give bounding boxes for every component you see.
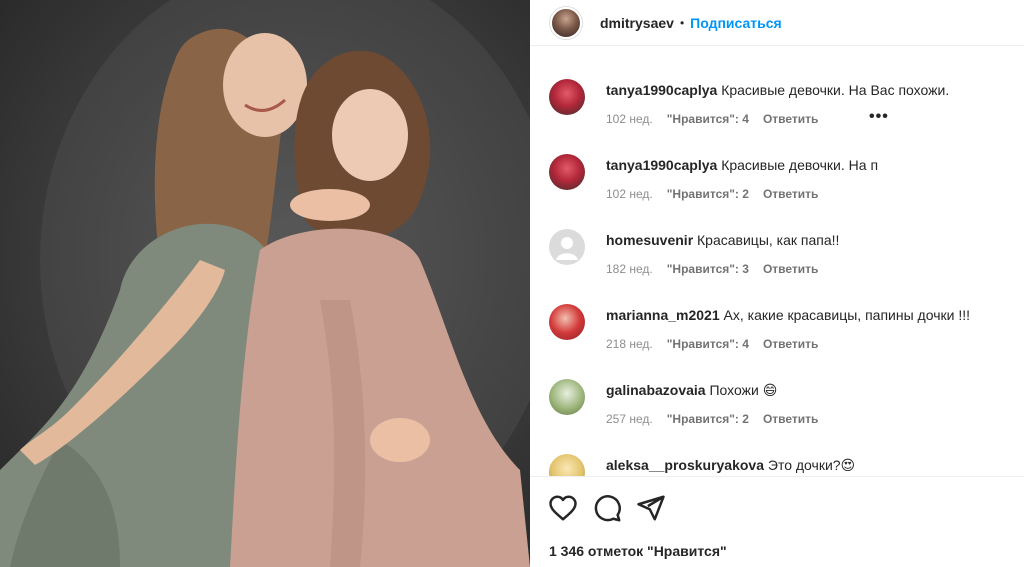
post-photo[interactable] [0,0,530,567]
photo-illustration [0,0,530,567]
comment-body: Похожи 😄 [709,382,778,398]
comment-body: Это дочки?😍 [767,457,856,473]
comment-icon[interactable] [592,493,622,523]
comment-text-line: tanya1990caplya Красивые девочки. На п [606,157,878,173]
comment-item: tanya1990caplya Красивые девочки. На п 1… [549,121,1014,201]
commenter-avatar[interactable] [549,229,585,265]
comment-text-line: marianna_m2021 Ах, какие красавицы, папи… [606,307,970,323]
comment-body: Красивые девочки. На п [721,157,879,173]
commenter-avatar[interactable] [549,79,585,115]
post-sidebar: dmitrysaev • Подписаться tanya1990caplya… [530,0,1024,567]
comment-item: homesuvenir Красавицы, как папа!! 182 не… [549,196,1014,276]
comment-body: Красавицы, как папа!! [697,232,840,248]
heart-icon[interactable] [548,493,578,523]
comment-item: marianna_m2021 Ах, какие красавицы, папи… [549,271,1014,351]
owner-avatar[interactable] [550,6,582,39]
likes-count[interactable]: 1 346 отметок "Нравится" [549,543,727,559]
post-actions: 1 346 отметок "Нравится" [530,476,1024,567]
commenter-username[interactable]: galinabazovaia [606,382,706,398]
owner-username[interactable]: dmitrysaev [600,15,674,31]
comments-list[interactable]: tanya1990caplya Красивые девочки. На Вас… [530,46,1024,476]
commenter-avatar[interactable] [549,454,585,476]
comment-text-line: tanya1990caplya Красивые девочки. На Вас… [606,82,949,98]
comment-body: Красивые девочки. На Вас похожи. [721,82,950,98]
post-header: dmitrysaev • Подписаться [530,0,1024,46]
action-icons [548,493,666,523]
commenter-username[interactable]: marianna_m2021 [606,307,720,323]
comment-text-line: galinabazovaia Похожи 😄 [606,382,777,399]
commenter-username[interactable]: homesuvenir [606,232,693,248]
follow-button[interactable]: Подписаться [690,15,782,31]
commenter-avatar[interactable] [549,154,585,190]
commenter-avatar[interactable] [549,304,585,340]
commenter-username[interactable]: aleksa__proskuryakova [606,457,764,473]
commenter-avatar[interactable] [549,379,585,415]
comment-text-line: aleksa__proskuryakova Это дочки?😍 [606,457,855,474]
comment-item: tanya1990caplya Красивые девочки. На Вас… [549,46,1014,126]
comment-item: galinabazovaia Похожи 😄 257 нед. "Нравит… [549,346,1014,426]
commenter-username[interactable]: tanya1990caplya [606,157,717,173]
comment-item: aleksa__proskuryakova Это дочки?😍 [549,421,1014,476]
paper-plane-icon[interactable] [636,493,666,523]
comment-text-line: homesuvenir Красавицы, как папа!! [606,232,839,248]
comment-body: Ах, какие красавицы, папины дочки !!! [723,307,970,323]
header-separator: • [679,15,685,30]
default-user-icon [556,237,578,260]
commenter-username[interactable]: tanya1990caplya [606,82,717,98]
